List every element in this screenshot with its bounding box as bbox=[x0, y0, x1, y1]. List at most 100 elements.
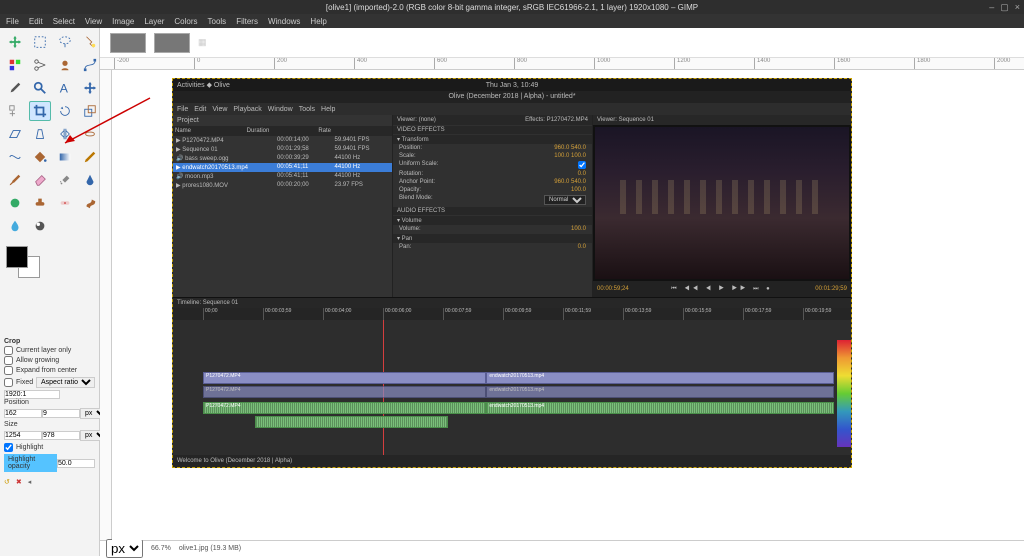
single-window-icon[interactable]: ▦ bbox=[198, 37, 207, 48]
size-x[interactable] bbox=[4, 431, 42, 440]
olive-activities[interactable]: Activities bbox=[177, 82, 205, 89]
fuzzy-select-tool[interactable] bbox=[79, 32, 101, 52]
audio-clip[interactable]: P1270472.MP4 bbox=[203, 402, 486, 414]
text-tool[interactable]: A bbox=[54, 78, 76, 98]
rotate-tool[interactable] bbox=[54, 101, 76, 121]
project-row[interactable]: 🔊 moon.mp300:05:41;1144100 Hz bbox=[173, 172, 392, 181]
menu-tools[interactable]: Tools bbox=[208, 17, 227, 26]
olive-menu-window[interactable]: Window bbox=[268, 106, 293, 113]
project-row[interactable]: ▶ prores1080.MOV00:00:20;0023.97 FPS bbox=[173, 181, 392, 190]
opt-allow-growing[interactable] bbox=[4, 356, 13, 365]
dodge-tool[interactable] bbox=[29, 216, 51, 236]
timeline-ruler[interactable]: 00;0000:00:03;5900:00:04;0000:00:06;0000… bbox=[173, 308, 851, 320]
ink-tool[interactable] bbox=[79, 170, 101, 190]
pos-x[interactable] bbox=[4, 409, 42, 418]
project-row[interactable]: ▶ endwatch20170513.mp400:05:41;1144100 H… bbox=[173, 163, 392, 172]
scissors-tool[interactable] bbox=[29, 55, 51, 75]
menu-view[interactable]: View bbox=[85, 17, 102, 26]
color-select-tool[interactable] bbox=[4, 55, 26, 75]
scale-tool[interactable] bbox=[79, 101, 101, 121]
project-row[interactable]: ▶ P1270472.MP400:00:14;0059.9401 FPS bbox=[173, 136, 392, 145]
status-unit[interactable]: px bbox=[106, 539, 143, 558]
clone-tool[interactable] bbox=[29, 193, 51, 213]
video-clip[interactable]: P1270472.MP4 bbox=[203, 386, 486, 398]
video-clip[interactable]: endwatch20170513.mp4 bbox=[486, 372, 834, 384]
opt-highlight[interactable] bbox=[4, 443, 13, 452]
perspective-tool[interactable] bbox=[29, 124, 51, 144]
uniform-scale[interactable] bbox=[578, 161, 586, 169]
close-icon[interactable]: × bbox=[1015, 2, 1020, 13]
foreground-select-tool[interactable] bbox=[54, 55, 76, 75]
flip-tool[interactable] bbox=[54, 124, 76, 144]
project-row[interactable]: ▶ Sequence 0100:01:29;5859.9401 FPS bbox=[173, 145, 392, 154]
opt-ratio[interactable] bbox=[4, 390, 60, 399]
move-tool[interactable] bbox=[4, 32, 26, 52]
heal-tool[interactable] bbox=[54, 193, 76, 213]
rect-select-tool[interactable] bbox=[29, 32, 51, 52]
transport-controls[interactable]: ⏮ ◀◀ ◀ ▶ ▶▶ ⏭ ● bbox=[671, 286, 773, 293]
free-select-tool[interactable] bbox=[54, 32, 76, 52]
menu-image[interactable]: Image bbox=[112, 17, 134, 26]
tool-reset-icon[interactable]: ↺ bbox=[4, 478, 10, 486]
crop-tool[interactable] bbox=[29, 101, 51, 121]
opt-fixed[interactable] bbox=[4, 378, 13, 387]
mypaint-tool[interactable] bbox=[4, 193, 26, 213]
olive-menu-tools[interactable]: Tools bbox=[299, 106, 315, 113]
gradient-tool[interactable] bbox=[54, 147, 76, 167]
opt-fixed-select[interactable]: Aspect ratio bbox=[36, 377, 95, 388]
olive-menu-view[interactable]: View bbox=[212, 106, 227, 113]
opt-current-layer[interactable] bbox=[4, 346, 13, 355]
menu-file[interactable]: File bbox=[6, 17, 19, 26]
paths-tool[interactable] bbox=[79, 55, 101, 75]
menu-layer[interactable]: Layer bbox=[144, 17, 164, 26]
tool-menu-icon[interactable]: ◂ bbox=[28, 478, 32, 486]
zoom-tool[interactable] bbox=[29, 78, 51, 98]
hl-opacity-val[interactable] bbox=[57, 459, 95, 468]
airbrush-tool[interactable] bbox=[54, 170, 76, 190]
menu-colors[interactable]: Colors bbox=[174, 17, 197, 26]
measure-tool[interactable] bbox=[79, 78, 101, 98]
bucket-tool[interactable] bbox=[29, 147, 51, 167]
viewer-video[interactable]: 00:00:59;24 ⏮ ◀◀ ◀ ▶ ▶▶ ⏭ ● 00:01:29;59 bbox=[593, 125, 851, 297]
size-y[interactable] bbox=[42, 431, 80, 440]
menu-windows[interactable]: Windows bbox=[268, 17, 300, 26]
opt-expand-center[interactable] bbox=[4, 366, 13, 375]
menu-filters[interactable]: Filters bbox=[236, 17, 258, 26]
color-swatches[interactable] bbox=[6, 246, 42, 278]
minimize-icon[interactable]: – bbox=[989, 2, 994, 13]
cage-tool[interactable] bbox=[79, 124, 101, 144]
canvas[interactable]: Activities ◆ Olive Thu Jan 3, 10:49 Oliv… bbox=[112, 70, 1024, 540]
image-thumb-1[interactable] bbox=[110, 33, 146, 53]
olive-menu-help[interactable]: Help bbox=[321, 106, 335, 113]
video-clip[interactable]: P1270472.MP4 bbox=[203, 372, 486, 384]
image-thumb-2[interactable] bbox=[154, 33, 190, 53]
project-row[interactable]: 🔊 bass sweep.ogg00:00:39;2944100 Hz bbox=[173, 154, 392, 163]
pos-y[interactable] bbox=[42, 409, 80, 418]
eraser-tool[interactable] bbox=[29, 170, 51, 190]
tool-delete-icon[interactable]: ✖ bbox=[16, 478, 22, 486]
color-picker-tool[interactable] bbox=[4, 78, 26, 98]
highlight-opacity[interactable]: Highlight opacity bbox=[4, 454, 57, 472]
align-tool[interactable] bbox=[4, 101, 26, 121]
olive-menu-file[interactable]: File bbox=[177, 106, 188, 113]
blur-tool[interactable] bbox=[4, 216, 26, 236]
shear-tool[interactable] bbox=[4, 124, 26, 144]
menu-select[interactable]: Select bbox=[53, 17, 75, 26]
status-zoom[interactable]: 66.7% bbox=[151, 545, 171, 552]
olive-appname[interactable]: ◆ Olive bbox=[207, 82, 230, 89]
blend-mode[interactable]: Normal bbox=[544, 195, 586, 205]
maximize-icon[interactable]: ▢ bbox=[1000, 2, 1009, 13]
timecode-left[interactable]: 00:00:59;24 bbox=[597, 286, 629, 292]
smudge-tool[interactable] bbox=[79, 193, 101, 213]
olive-menu-edit[interactable]: Edit bbox=[194, 106, 206, 113]
fg-color[interactable] bbox=[6, 246, 28, 268]
pencil-tool[interactable] bbox=[79, 147, 101, 167]
olive-menu-playback[interactable]: Playback bbox=[233, 106, 261, 113]
paintbrush-tool[interactable] bbox=[4, 170, 26, 190]
video-clip[interactable]: endwatch20170513.mp4 bbox=[486, 386, 834, 398]
warp-tool[interactable] bbox=[4, 147, 26, 167]
audio-clip[interactable]: endwatch20170513.mp4 bbox=[486, 402, 834, 414]
menu-edit[interactable]: Edit bbox=[29, 17, 43, 26]
menu-help[interactable]: Help bbox=[310, 17, 326, 26]
audio-clip[interactable] bbox=[255, 416, 448, 428]
